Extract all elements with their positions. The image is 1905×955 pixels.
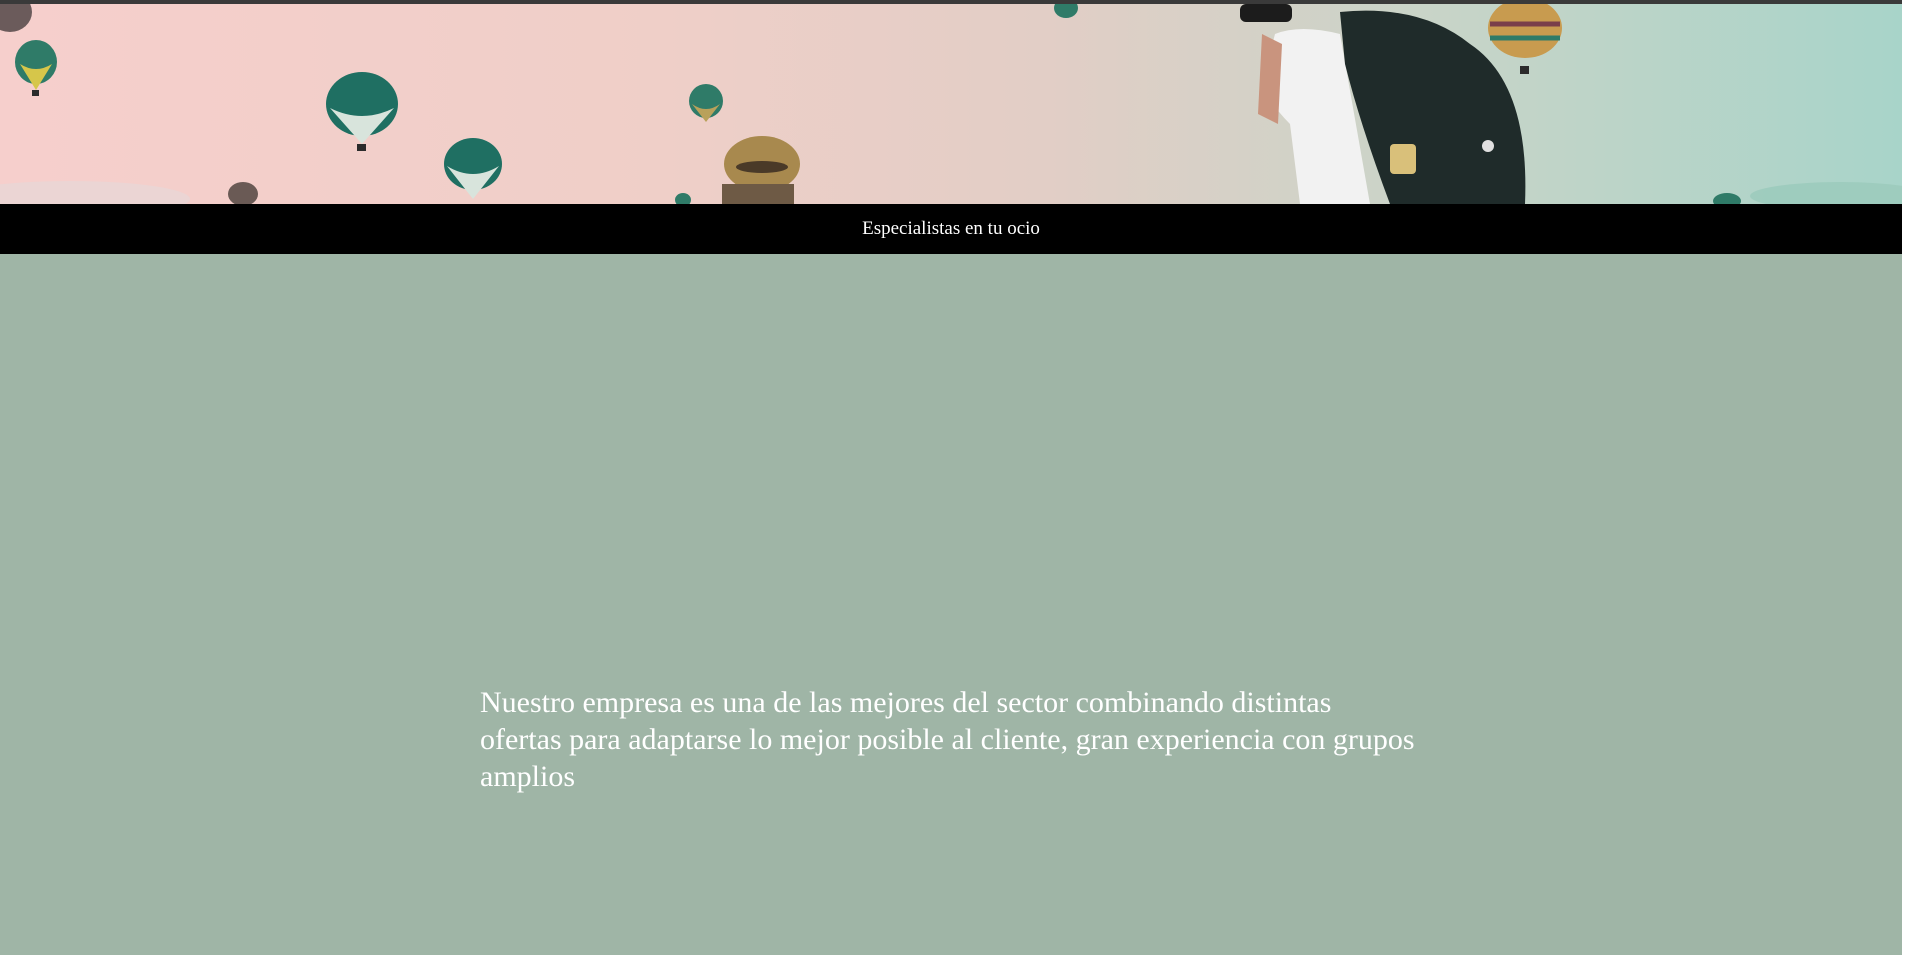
balloon-icon — [444, 138, 502, 199]
balloon-icon — [0, 4, 32, 32]
cloud — [0, 181, 190, 204]
balloon-icon — [675, 193, 691, 204]
hero-illustration — [0, 4, 1902, 204]
hero-banner — [0, 4, 1902, 204]
balloon-icon — [1488, 4, 1562, 74]
tagline-text: Especialistas en tu ocio — [862, 218, 1040, 239]
cloud — [1750, 182, 1902, 204]
photographer — [1240, 4, 1526, 204]
balloon-icon — [15, 40, 57, 96]
balloon-icon — [1054, 4, 1078, 18]
tagline-bar: Especialistas en tu ocio — [0, 204, 1902, 254]
main-content: Nuestro empresa es una de las mejores de… — [0, 254, 1902, 955]
company-description: Nuestro empresa es una de las mejores de… — [480, 686, 1415, 793]
balloon-icon — [326, 72, 398, 151]
person-with-hat — [722, 136, 800, 204]
balloon-icon — [1713, 193, 1741, 204]
balloon-icon — [689, 84, 723, 122]
balloon-icon — [228, 182, 258, 204]
